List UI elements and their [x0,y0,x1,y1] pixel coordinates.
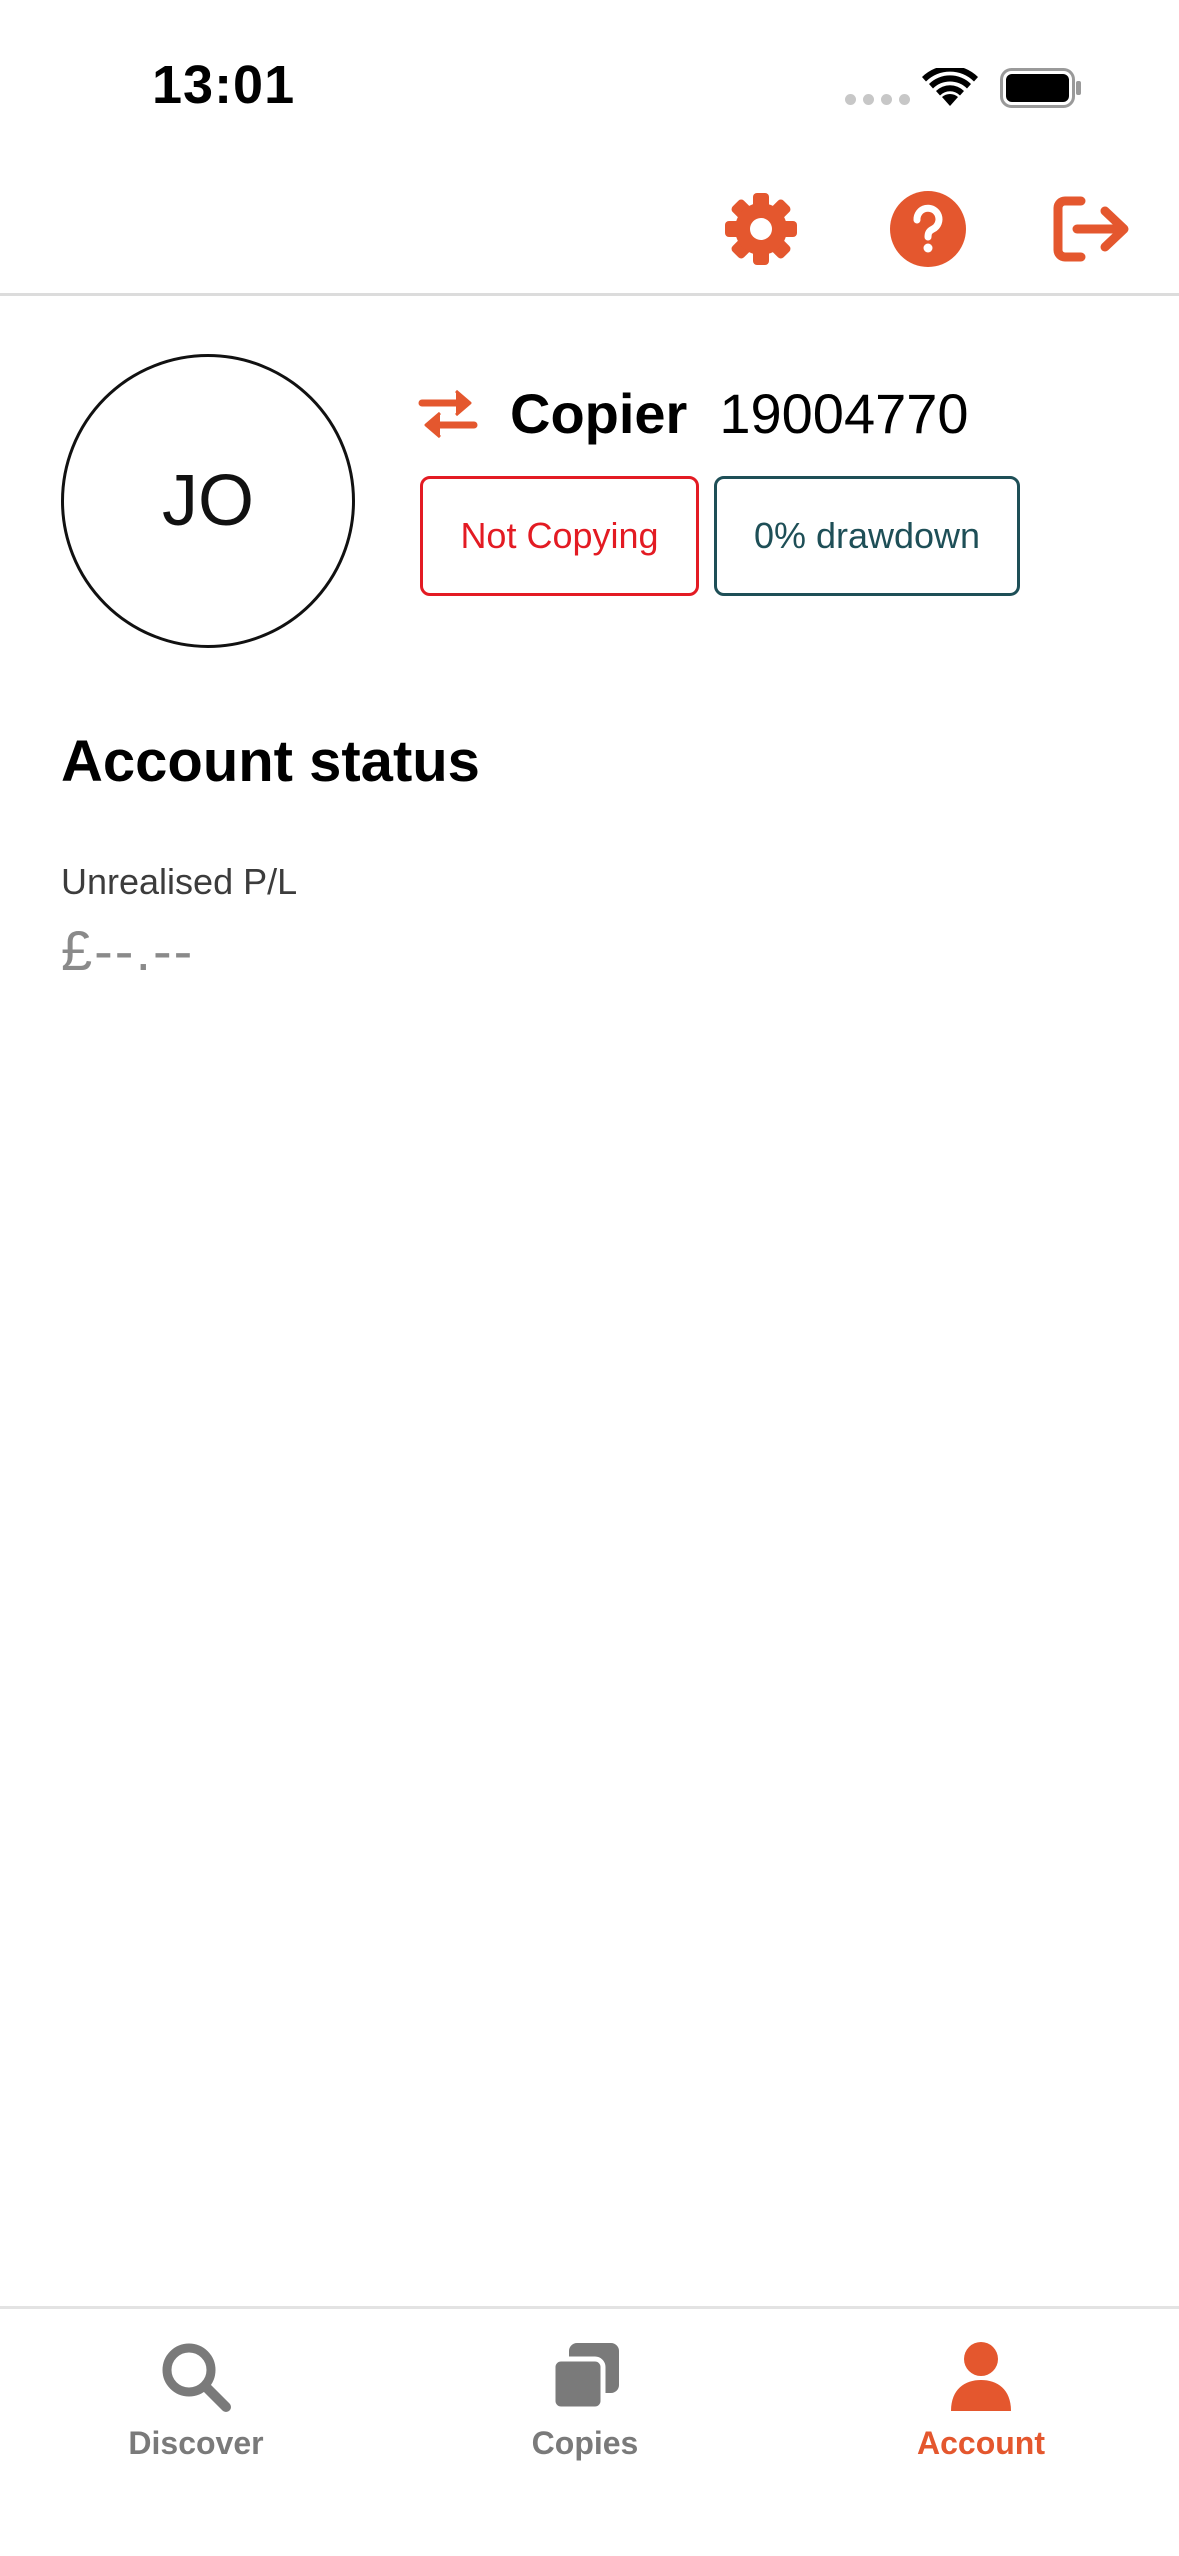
search-icon [162,2343,231,2412]
person-icon [951,2342,1011,2411]
wifi-icon [922,68,978,106]
tab-label: Discover [128,2425,264,2461]
account-status-title: Account status [61,729,480,794]
drawdown-badge: 0% drawdown [714,476,1020,596]
tab-label: Account [917,2425,1045,2461]
logout-button[interactable] [1052,188,1134,270]
copier-header: Copier 19004770 [418,378,969,448]
avatar: JO [61,354,355,648]
tab-copies[interactable]: Copies [445,2329,725,2479]
swap-arrows-icon [418,389,478,439]
copies-icon [550,2343,619,2412]
help-icon [890,191,966,267]
gear-icon [725,193,797,265]
help-button[interactable] [887,188,969,270]
settings-button[interactable] [720,188,802,270]
status-bar: 13:01 [0,0,1179,160]
tab-account[interactable]: Account [841,2329,1121,2479]
status-time: 13:01 [152,55,296,115]
logout-icon [1053,196,1129,262]
cellular-signal-icon [845,94,910,105]
tab-discover[interactable]: Discover [56,2329,336,2479]
unrealised-pl-label: Unrealised P/L [61,861,298,902]
top-toolbar [0,160,1179,296]
account-number: 19004770 [719,381,969,445]
unrealised-pl-value: £--.-- [61,919,195,982]
role-label: Copier [510,381,688,445]
copy-status-badge: Not Copying [420,476,699,596]
tab-label: Copies [531,2425,639,2461]
battery-icon [1000,68,1081,108]
tab-bar: Discover Copies Account [0,2306,1179,2556]
